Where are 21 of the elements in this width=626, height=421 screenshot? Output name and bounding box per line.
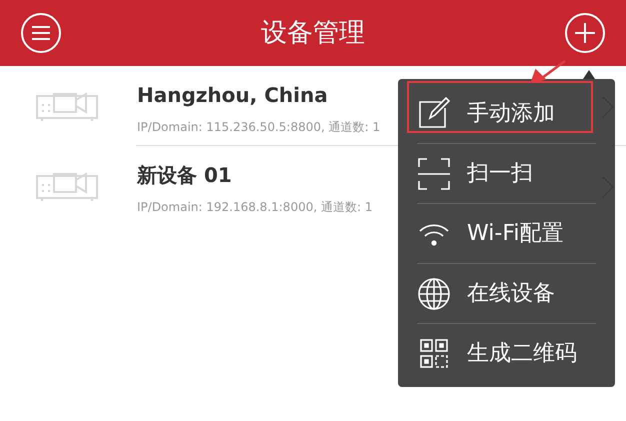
qr-code-icon xyxy=(417,336,451,370)
device-details: IP/Domain: 115.236.50.5:8800, 通道数: 1 xyxy=(137,119,380,136)
edit-icon xyxy=(417,96,451,130)
page-title: 设备管理 xyxy=(261,16,365,50)
annotation-arrow xyxy=(528,60,566,83)
device-details: IP/Domain: 192.168.8.1:8000, 通道数: 1 xyxy=(137,199,372,216)
plus-icon xyxy=(575,23,595,43)
menu-item[interactable]: 生成二维码 xyxy=(417,323,596,383)
menu-button[interactable] xyxy=(21,13,61,53)
add-button[interactable] xyxy=(565,13,605,53)
scan-icon xyxy=(417,156,451,190)
camera-icon xyxy=(36,170,100,202)
globe-icon xyxy=(417,276,451,310)
menu-item[interactable]: 扫一扫 xyxy=(417,143,596,203)
menu-item[interactable]: 在线设备 xyxy=(417,263,596,323)
device-name: 新设备 01 xyxy=(137,162,233,189)
camera-icon xyxy=(36,90,100,122)
device-name: Hangzhou, China xyxy=(137,82,329,109)
menu-item[interactable]: Wi-Fi配置 xyxy=(417,203,596,263)
menu-icon xyxy=(32,26,50,40)
menu-item[interactable]: 手动添加 xyxy=(417,83,596,143)
